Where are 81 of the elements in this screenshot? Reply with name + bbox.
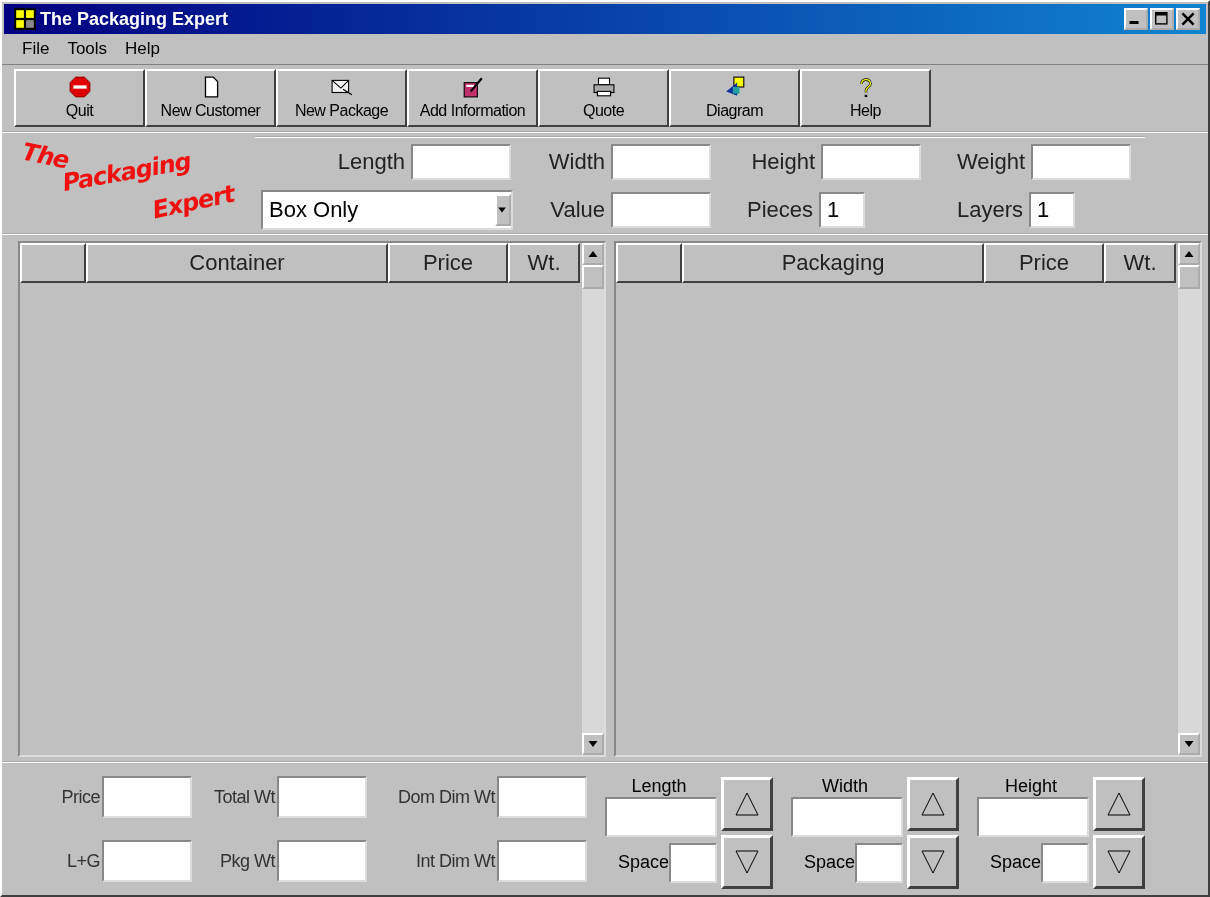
type-dropdown[interactable]: Box Only xyxy=(261,190,513,230)
input-field[interactable] xyxy=(1031,144,1131,180)
pencil-paper-icon xyxy=(461,76,484,98)
scroll-thumb[interactable] xyxy=(1178,265,1200,289)
input-field[interactable] xyxy=(277,776,367,818)
increase-button[interactable] xyxy=(1093,777,1145,831)
row-header xyxy=(616,243,682,283)
column-header[interactable]: Packaging xyxy=(682,243,984,283)
menu-item[interactable]: Tools xyxy=(67,39,108,59)
field-label: Weight xyxy=(956,149,1025,175)
field-label: Width xyxy=(822,775,868,797)
input-field[interactable] xyxy=(611,144,711,180)
column-header[interactable]: Wt. xyxy=(508,243,580,283)
field-label: Length xyxy=(337,149,405,175)
decrease-button[interactable] xyxy=(721,835,773,889)
input-field[interactable] xyxy=(411,144,511,180)
field-label: Space xyxy=(617,852,669,873)
input-field[interactable] xyxy=(102,776,192,818)
toolbar-button[interactable]: Quit xyxy=(14,69,145,127)
close-button[interactable] xyxy=(1176,8,1200,30)
shapes-icon xyxy=(723,76,746,98)
field-label: Width xyxy=(548,149,605,175)
close-icon xyxy=(1180,12,1196,26)
field-label: Int Dim Wt xyxy=(416,850,495,872)
printer-icon xyxy=(592,76,615,98)
scrollbar[interactable] xyxy=(582,243,604,755)
stop-sign-icon xyxy=(68,76,91,98)
toolbar-button[interactable]: Help xyxy=(800,69,931,127)
increase-button[interactable] xyxy=(907,777,959,831)
field-label: Pkg Wt xyxy=(220,850,275,872)
field-label: Dom Dim Wt xyxy=(398,786,495,808)
input-field[interactable] xyxy=(497,776,587,818)
field-label: Total Wt xyxy=(214,786,275,808)
toolbar-button[interactable]: Add Information xyxy=(407,69,538,127)
input-field[interactable] xyxy=(791,796,903,837)
field-label: Length xyxy=(631,775,687,797)
field-label: Value xyxy=(550,197,605,223)
input-field[interactable] xyxy=(855,842,903,883)
increase-button[interactable] xyxy=(721,777,773,831)
scroll-thumb[interactable] xyxy=(582,265,604,289)
window-title: The Packaging Expert xyxy=(40,8,229,30)
minimize-icon xyxy=(1129,21,1139,24)
logo: The Packaging Expert xyxy=(22,138,238,227)
column-header[interactable]: Price xyxy=(388,243,508,283)
toolbar-button[interactable]: Quote xyxy=(538,69,669,127)
caret-icon xyxy=(497,205,507,215)
field-label: Height xyxy=(1005,775,1057,797)
app-icon xyxy=(14,8,36,30)
menu-item[interactable]: File xyxy=(22,39,50,59)
menu-item[interactable]: Help xyxy=(125,39,161,59)
input-field[interactable] xyxy=(605,796,717,837)
decrease-button[interactable] xyxy=(1093,835,1145,889)
field-label: Space xyxy=(989,852,1041,873)
decrease-button[interactable] xyxy=(907,835,959,889)
field-label: Layers xyxy=(956,197,1023,223)
input-field[interactable] xyxy=(611,192,711,228)
toolbar-button[interactable]: New Customer xyxy=(145,69,276,127)
field-label: Pieces xyxy=(746,197,813,223)
field-label: Height xyxy=(751,149,815,175)
row-header xyxy=(20,243,86,283)
maximize-button[interactable] xyxy=(1150,8,1174,30)
input-field[interactable] xyxy=(669,842,717,883)
toolbar-button[interactable]: Diagram xyxy=(669,69,800,127)
field-label: L+G xyxy=(66,850,100,872)
maximize-icon xyxy=(1154,12,1170,26)
column-header[interactable]: Container xyxy=(86,243,388,283)
column-header[interactable]: Price xyxy=(984,243,1104,283)
input-field[interactable] xyxy=(497,840,587,882)
toolbar-button[interactable]: New Package xyxy=(276,69,407,127)
minimize-button[interactable] xyxy=(1124,8,1148,30)
input-field[interactable]: 1 xyxy=(819,192,865,228)
input-field[interactable]: 1 xyxy=(1029,192,1075,228)
scrollbar[interactable] xyxy=(1178,243,1200,755)
column-header[interactable]: Wt. xyxy=(1104,243,1176,283)
input-field[interactable] xyxy=(102,840,192,882)
input-field[interactable] xyxy=(821,144,921,180)
input-field[interactable] xyxy=(277,840,367,882)
field-label: Space xyxy=(803,852,855,873)
field-label: Price xyxy=(61,786,100,808)
input-field[interactable] xyxy=(977,796,1089,837)
input-field[interactable] xyxy=(1041,842,1089,883)
